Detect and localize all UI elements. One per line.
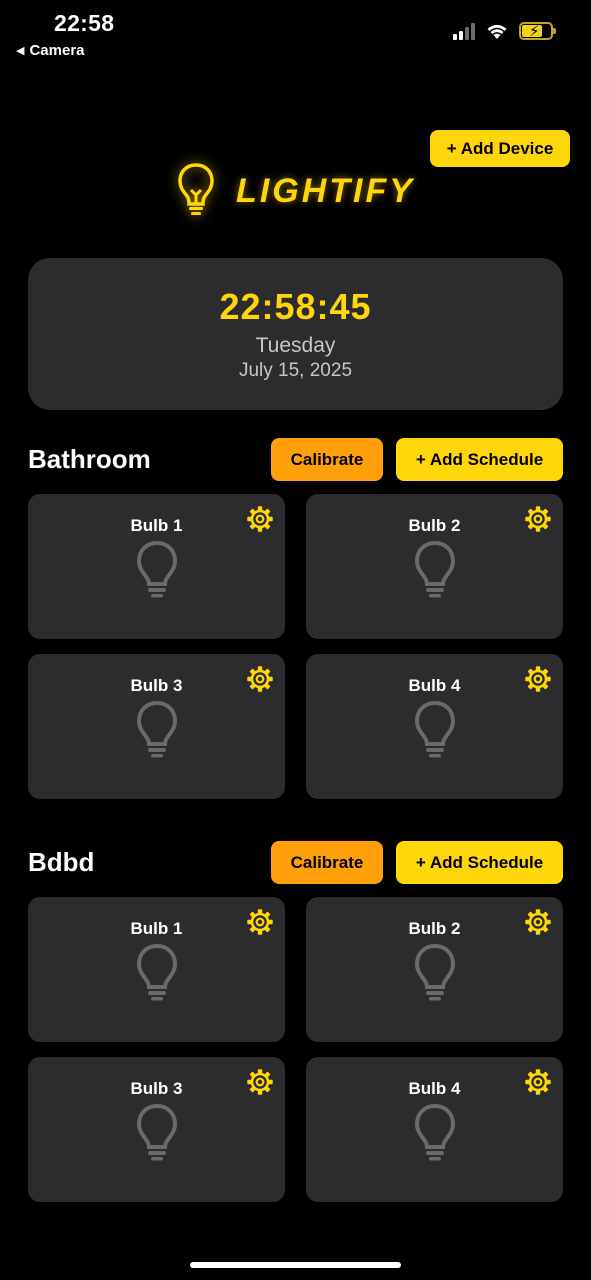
battery-charging-icon: ⚡: [519, 22, 556, 40]
brand-name: LIGHTIFY: [236, 172, 415, 210]
status-icons: ⚡: [453, 22, 556, 40]
bulb-card[interactable]: Bulb 3: [28, 1057, 285, 1202]
clock-day: Tuesday: [255, 334, 336, 357]
gear-icon[interactable]: [525, 506, 551, 532]
lightbulb-icon: [414, 943, 455, 1001]
lightbulb-icon: [136, 540, 177, 598]
lightbulb-icon: [414, 700, 455, 758]
lightbulb-icon: [136, 943, 177, 1001]
room-header: Bathroom Calibrate + Add Schedule: [28, 438, 563, 482]
gear-icon[interactable]: [247, 506, 273, 532]
bulb-card[interactable]: Bulb 3: [28, 654, 285, 799]
bulb-card[interactable]: Bulb 1: [28, 897, 285, 1042]
bulb-card[interactable]: Bulb 4: [306, 654, 563, 799]
back-to-camera-link[interactable]: ◀ Camera: [16, 42, 85, 59]
add-schedule-button[interactable]: + Add Schedule: [396, 841, 563, 884]
cellular-signal-icon: [453, 22, 475, 40]
wifi-icon: [487, 24, 507, 39]
room-header: Bdbd Calibrate + Add Schedule: [28, 841, 563, 885]
room-name: Bdbd: [28, 847, 95, 877]
gear-icon[interactable]: [247, 1069, 273, 1095]
bulb-card[interactable]: Bulb 1: [28, 494, 285, 639]
back-triangle-icon: ◀: [16, 45, 25, 57]
room-section: Bdbd Calibrate + Add Schedule Bulb 1 Bul…: [28, 841, 563, 1202]
bulb-card[interactable]: Bulb 2: [306, 494, 563, 639]
bulb-card[interactable]: Bulb 4: [306, 1057, 563, 1202]
clock-date: July 15, 2025: [238, 360, 353, 381]
gear-icon[interactable]: [247, 666, 273, 692]
room-name: Bathroom: [28, 444, 151, 474]
bulb-card[interactable]: Bulb 2: [306, 897, 563, 1042]
brand-logo: LIGHTIFY: [0, 162, 591, 221]
clock-card: 22:58:45 Tuesday July 15, 2025: [28, 258, 563, 410]
gear-icon[interactable]: [525, 666, 551, 692]
lightbulb-icon: [136, 700, 177, 758]
home-indicator[interactable]: [190, 1262, 401, 1268]
calibrate-button[interactable]: Calibrate: [271, 841, 383, 884]
calibrate-button[interactable]: Calibrate: [271, 438, 383, 481]
back-label: Camera: [29, 42, 85, 59]
lightbulb-logo-icon: [176, 162, 216, 221]
lightbulb-icon: [136, 1103, 177, 1161]
clock-time: 22:58:45: [219, 286, 372, 327]
room-section: Bathroom Calibrate + Add Schedule Bulb 1…: [28, 438, 563, 799]
gear-icon[interactable]: [525, 909, 551, 935]
lightbulb-icon: [414, 540, 455, 598]
gear-icon[interactable]: [525, 1069, 551, 1095]
lightbulb-icon: [414, 1103, 455, 1161]
status-time: 22:58: [54, 10, 115, 36]
gear-icon[interactable]: [247, 909, 273, 935]
add-schedule-button[interactable]: + Add Schedule: [396, 438, 563, 481]
